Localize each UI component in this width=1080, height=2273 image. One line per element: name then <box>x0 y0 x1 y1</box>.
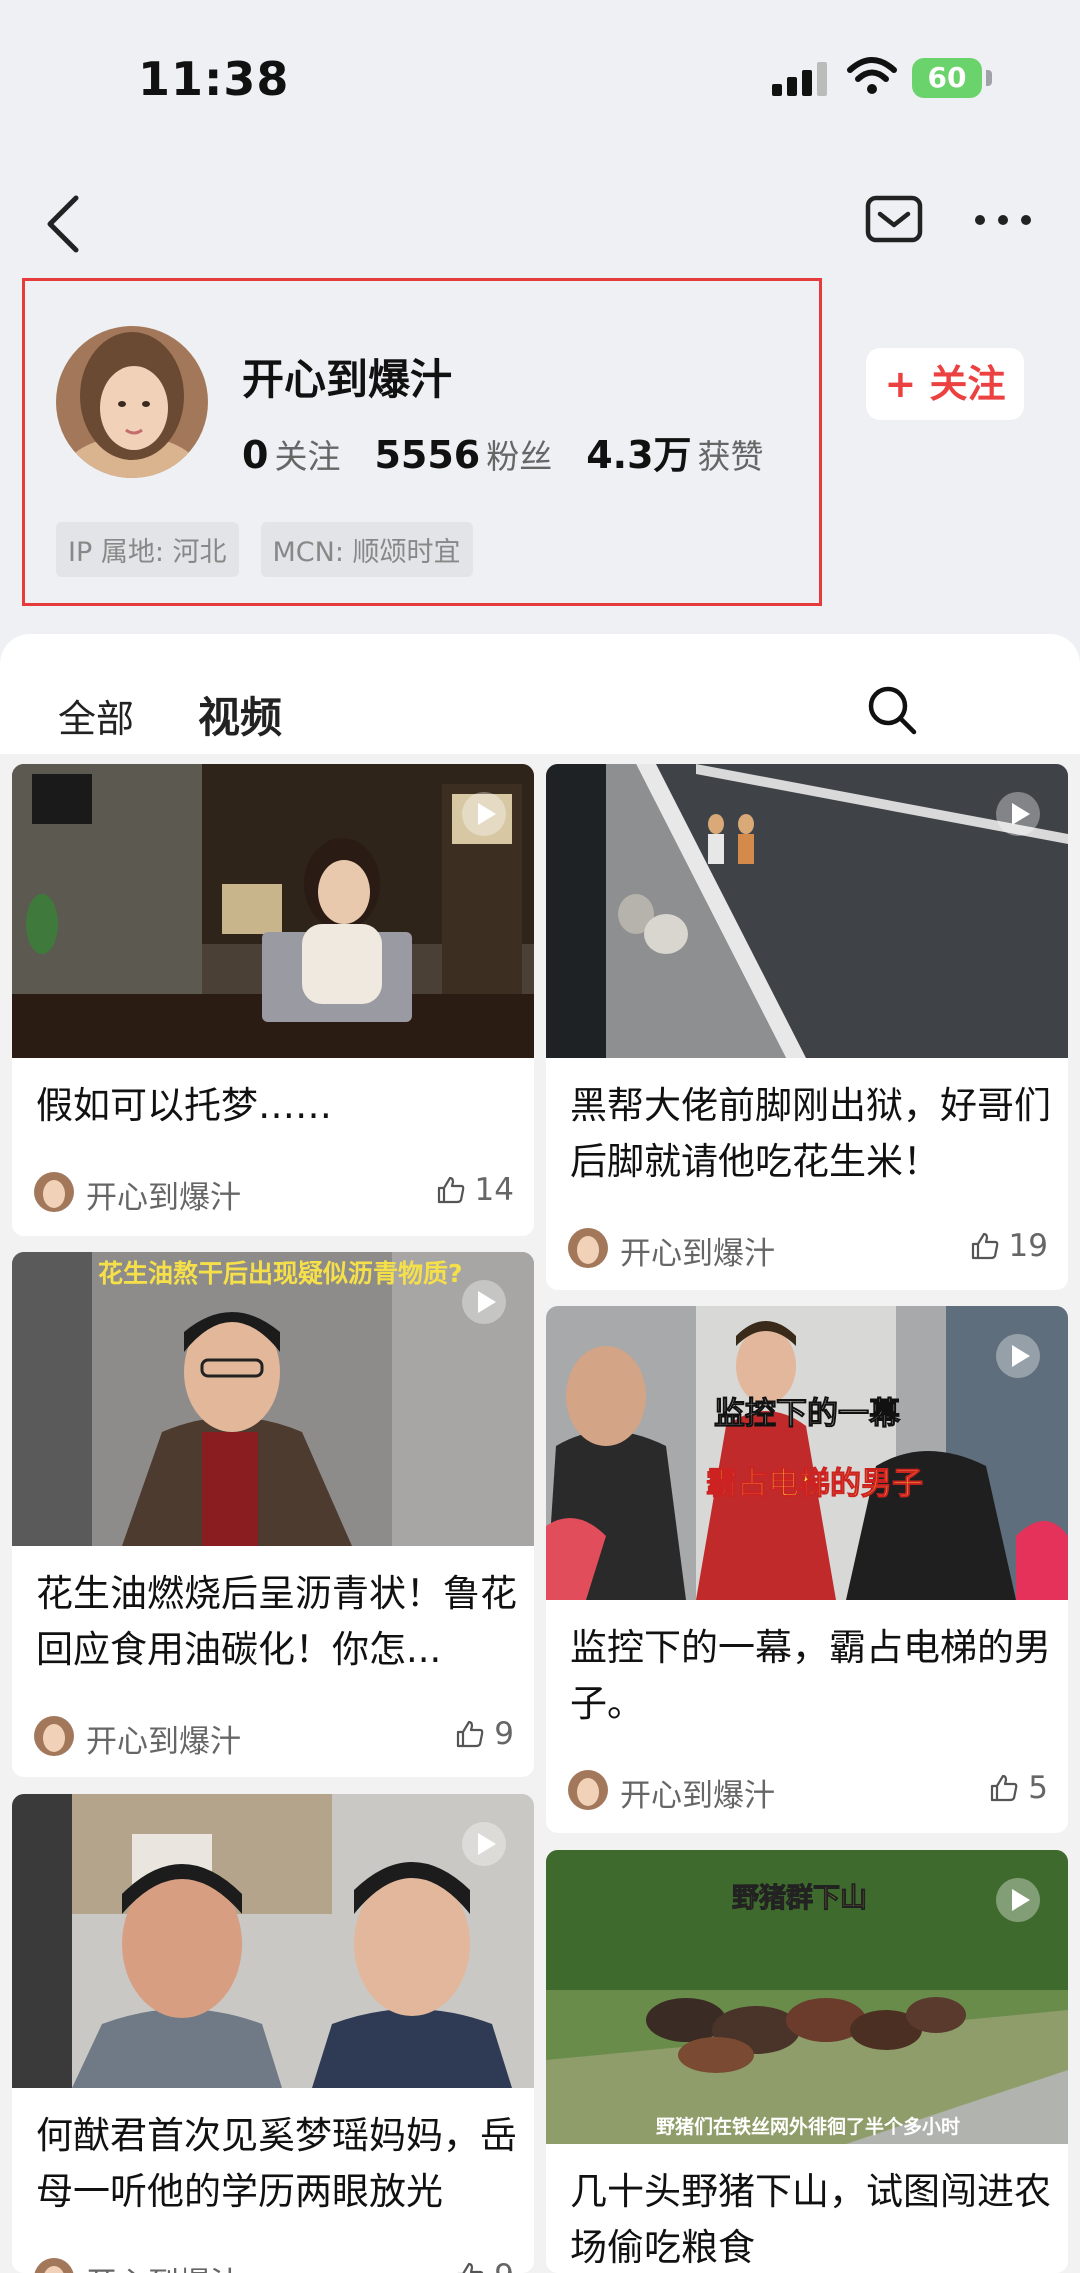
tab-bar: 全部 视频 <box>0 634 1080 754</box>
tab-all[interactable]: 全部 <box>58 688 134 743</box>
video-meta: 开心到爆汁 5 <box>568 1766 1048 1814</box>
content-sheet: 全部 视频 假如可以托梦…… 开心到爆汁 14 花生油熬干后出现疑似沥青物质? … <box>0 634 1080 2273</box>
battery-tip <box>986 70 992 86</box>
video-title: 几十头野猪下山，试图闯进农场偷吃粮食 <box>570 2170 1051 2269</box>
like-button[interactable]: 14 <box>435 1172 514 1208</box>
thumbnail-caption: 霸占电梯的男子 <box>706 1466 924 1503</box>
more-icon[interactable] <box>972 210 1034 230</box>
video-card[interactable]: 花生油熬干后出现疑似沥青物质? 花生油燃烧后呈沥青状！鲁花回应食用油碳化！你怎.… <box>12 1252 534 1777</box>
author-avatar <box>34 2258 74 2273</box>
video-meta: 开心到爆汁 9 <box>34 1712 514 1760</box>
back-icon[interactable] <box>40 192 90 256</box>
following-count[interactable]: 0 <box>242 433 268 477</box>
thumbnail-caption: 野猪群下山 <box>732 1883 868 1915</box>
like-button[interactable]: 19 <box>969 1228 1048 1264</box>
author-avatar <box>34 1172 74 1212</box>
thumb-up-icon <box>971 1232 998 1260</box>
tab-video[interactable]: 视频 <box>198 684 282 745</box>
author-name: 开心到爆汁 <box>86 1180 241 1216</box>
thumb-up-icon <box>437 1176 464 1204</box>
wifi-icon <box>846 56 898 100</box>
video-card[interactable]: 野猪群下山 野猪们在铁丝网外徘徊了半个多小时 几十头野猪下山，试图闯进农场偷吃粮… <box>546 1850 1068 2273</box>
video-thumbnail <box>12 1794 534 2088</box>
status-bar: 11:38 60 <box>0 0 1080 160</box>
ip-location-tag: IP 属地: 河北 <box>56 522 239 577</box>
status-time: 11:38 <box>138 52 290 106</box>
avatar[interactable] <box>56 326 208 478</box>
following-label[interactable]: 关注 <box>274 437 340 476</box>
play-icon <box>996 792 1040 836</box>
video-card[interactable]: 监控下的一幕 霸占电梯的男子 监控下的一幕，霸占电梯的男子。 开心到爆汁 5 <box>546 1306 1068 1833</box>
fans-count[interactable]: 5556 <box>374 433 480 477</box>
thumb-up-icon <box>457 2262 484 2273</box>
author-avatar <box>34 1716 74 1756</box>
profile-name: 开心到爆汁 <box>242 355 453 404</box>
likes-count: 4.3万 <box>586 433 692 477</box>
play-icon <box>462 792 506 836</box>
video-meta: 开心到爆汁 19 <box>568 1224 1048 1272</box>
like-button[interactable]: 9 <box>454 1716 514 1752</box>
thumb-up-icon <box>457 1720 484 1748</box>
follow-button[interactable]: + 关注 <box>866 348 1024 420</box>
play-icon <box>462 1280 506 1324</box>
battery-indicator: 60 <box>912 58 982 98</box>
like-count: 9 <box>494 1716 514 1752</box>
thumbnail-subtitle: 野猪们在铁丝网外徘徊了半个多小时 <box>656 2116 961 2138</box>
thumbnail-caption: 监控下的一幕 <box>714 1396 901 1433</box>
likes-label: 获赞 <box>697 437 764 476</box>
video-thumbnail: 野猪群下山 野猪们在铁丝网外徘徊了半个多小时 <box>546 1850 1068 2144</box>
like-count: 5 <box>1028 1770 1048 1806</box>
play-icon <box>462 1822 506 1866</box>
fans-label[interactable]: 粉丝 <box>486 437 552 476</box>
video-title: 黑帮大佬前脚刚出狱，好哥们后脚就请他吃花生米！ <box>570 1084 1051 1183</box>
author-name: 开心到爆汁 <box>86 1724 241 1760</box>
like-count: 19 <box>1008 1228 1048 1264</box>
thumb-up-icon <box>991 1774 1018 1802</box>
video-card[interactable]: 假如可以托梦…… 开心到爆汁 14 <box>12 764 534 1236</box>
video-title: 花生油燃烧后呈沥青状！鲁花回应食用油碳化！你怎... <box>36 1572 517 1671</box>
author-name: 开心到爆汁 <box>620 1778 775 1814</box>
like-button[interactable]: 9 <box>454 2258 514 2273</box>
video-thumbnail: 花生油熬干后出现疑似沥青物质? <box>12 1252 534 1546</box>
message-icon[interactable] <box>864 194 924 246</box>
cellular-signal-icon <box>772 62 828 100</box>
video-thumbnail: 监控下的一幕 霸占电梯的男子 <box>546 1306 1068 1600</box>
profile-stats: 0 关注 5556 粉丝 4.3万 获赞 <box>242 424 798 479</box>
author-avatar <box>568 1228 608 1268</box>
author-name: 开心到爆汁 <box>620 1236 775 1272</box>
play-icon <box>996 1878 1040 1922</box>
search-icon[interactable] <box>866 684 918 736</box>
video-meta: 开心到爆汁 9 <box>34 2254 514 2273</box>
profile-tags: IP 属地: 河北 MCN: 顺颂时宜 <box>56 522 473 577</box>
mcn-tag: MCN: 顺颂时宜 <box>260 522 473 577</box>
like-button[interactable]: 5 <box>988 1770 1048 1806</box>
play-icon <box>996 1334 1040 1378</box>
thumbnail-caption: 花生油熬干后出现疑似沥青物质? <box>98 1259 463 1288</box>
video-title: 监控下的一幕，霸占电梯的男子。 <box>570 1626 1051 1725</box>
author-avatar <box>568 1770 608 1810</box>
video-meta: 开心到爆汁 14 <box>34 1168 514 1216</box>
video-title: 假如可以托梦…… <box>36 1084 332 1127</box>
like-count: 9 <box>494 2258 514 2273</box>
video-card[interactable]: 黑帮大佬前脚刚出狱，好哥们后脚就请他吃花生米！ 开心到爆汁 19 <box>546 764 1068 1290</box>
like-count: 14 <box>474 1172 514 1208</box>
video-thumbnail <box>546 764 1068 1058</box>
author-name: 开心到爆汁 <box>86 2258 241 2273</box>
video-title: 何猷君首次见奚梦瑶妈妈，岳母一听他的学历两眼放光 <box>36 2114 517 2213</box>
video-thumbnail <box>12 764 534 1058</box>
video-card[interactable]: 何猷君首次见奚梦瑶妈妈，岳母一听他的学历两眼放光 开心到爆汁 9 <box>12 1794 534 2273</box>
